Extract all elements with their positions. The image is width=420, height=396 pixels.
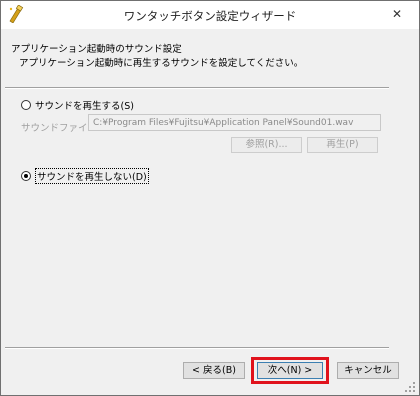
next-button-highlight <box>251 357 329 384</box>
play-sound-option[interactable]: サウンドを再生する(S) <box>21 98 134 112</box>
close-button[interactable]: ✕ <box>386 5 408 23</box>
title-bar: ワンタッチボタン設定ウィザード ✕ <box>1 1 419 29</box>
back-button[interactable]: < 戻る(B) <box>183 362 245 379</box>
play-sound-radio[interactable] <box>21 100 31 110</box>
cancel-button[interactable]: キャンセル <box>337 362 399 379</box>
header-subtitle: アプリケーション起動時に再生するサウンドを設定してください。 <box>19 58 304 69</box>
footer-divider <box>5 347 389 349</box>
browse-button[interactable]: 参照(R)... <box>231 137 302 153</box>
no-sound-label: サウンドを再生しない(D) <box>35 168 149 184</box>
window-title: ワンタッチボタン設定ウィザード <box>123 9 297 23</box>
close-icon: ✕ <box>391 7 403 21</box>
wizard-header: アプリケーション起動時のサウンド設定 アプリケーション起動時に再生するサウンドを… <box>1 29 419 81</box>
no-sound-option[interactable]: サウンドを再生しない(D) <box>21 168 149 184</box>
header-title: アプリケーション起動時のサウンド設定 <box>11 44 182 55</box>
header-divider <box>5 87 389 89</box>
resize-grip-icon[interactable] <box>404 381 416 393</box>
no-sound-radio[interactable] <box>21 171 31 181</box>
sound-file-input[interactable] <box>88 114 381 131</box>
play-sound-label: サウンドを再生する(S) <box>35 101 134 112</box>
play-button[interactable]: 再生(P) <box>307 137 378 153</box>
wizard-window: ワンタッチボタン設定ウィザード ✕ アプリケーション起動時のサウンド設定 アプリ… <box>0 0 420 396</box>
